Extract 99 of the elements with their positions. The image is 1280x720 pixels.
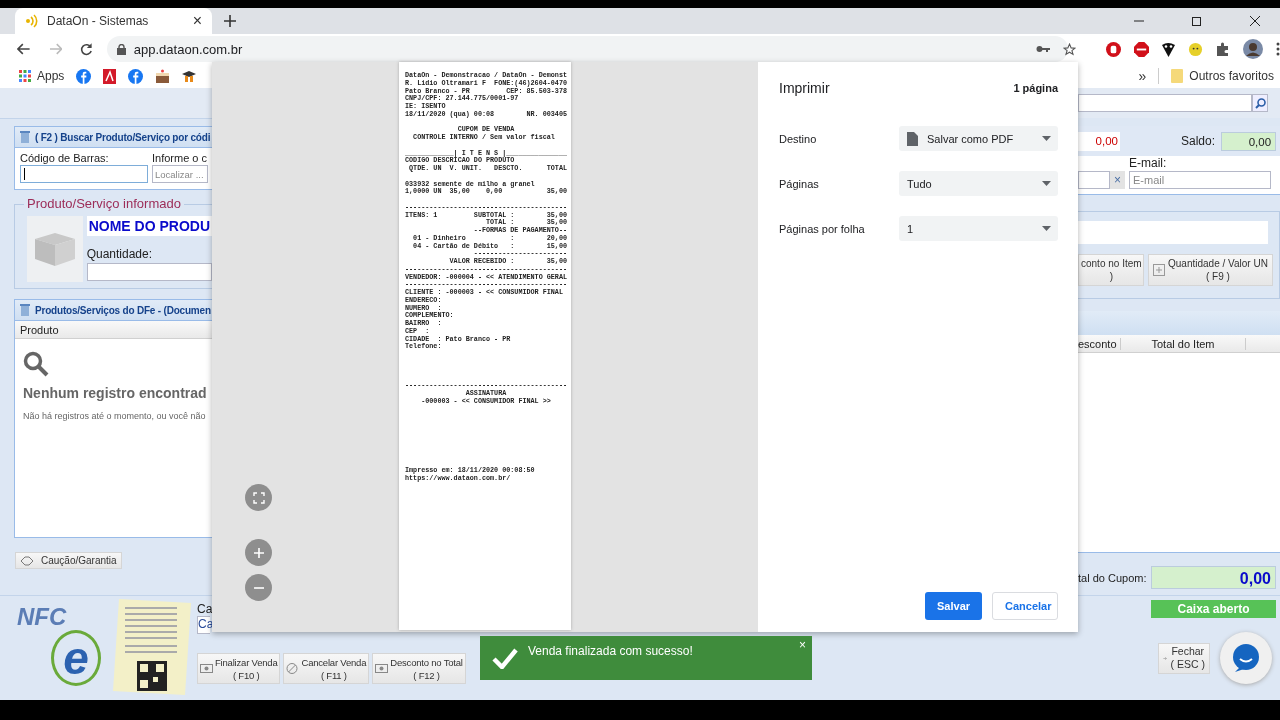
email-field[interactable]: E-mail	[1129, 171, 1271, 189]
facebook-icon[interactable]	[128, 68, 144, 84]
search-icon	[23, 351, 49, 377]
close-button[interactable]: ×	[799, 638, 806, 652]
save-button[interactable]: Salvar	[925, 592, 982, 620]
close-tab-button[interactable]: ×	[192, 12, 202, 30]
apps-grid-icon[interactable]	[19, 70, 31, 82]
close-button[interactable]: Fechar ( ESC )	[1158, 642, 1210, 674]
column-header[interactable]: Total do Item	[1121, 337, 1246, 350]
toolbar-button[interactable]: Finalizar Venda ( F10 )	[197, 653, 281, 684]
setting-label: Destino	[779, 132, 818, 145]
panel-title: Produtos/Serviços do DFe - (Documen	[35, 304, 211, 316]
text-field[interactable]	[1078, 221, 1268, 244]
bookmark-folder[interactable]: Outros favoritos	[1189, 69, 1274, 83]
reload-icon[interactable]	[80, 42, 93, 56]
bookmark[interactable]: Apps	[37, 69, 65, 83]
clear-button[interactable]: ×	[1110, 171, 1125, 189]
column-header[interactable]: Produto	[15, 323, 59, 336]
cake-icon[interactable]	[155, 69, 171, 83]
trash-icon	[20, 304, 30, 316]
signal-icon	[25, 14, 39, 28]
caret-icon	[1042, 226, 1051, 231]
key-icon[interactable]	[1036, 45, 1050, 53]
setting-label: Páginas	[779, 177, 820, 190]
folder-icon	[1171, 69, 1184, 83]
box-icon	[32, 231, 77, 267]
deposit-button[interactable]: Caução/Garantia	[15, 552, 122, 569]
puzzle-icon[interactable]	[1216, 42, 1230, 56]
toolbar-button[interactable]: Desconto no Total ( F12 )	[372, 653, 466, 684]
caret-icon	[1042, 136, 1051, 141]
field-label: E-mail:	[1129, 156, 1168, 170]
file-icon	[907, 131, 918, 146]
star-icon[interactable]	[1063, 42, 1076, 56]
caret-icon	[1042, 181, 1051, 186]
fit-icon	[252, 491, 265, 504]
close-icon[interactable]	[1250, 16, 1260, 26]
cash-field[interactable]: Ca	[197, 616, 210, 634]
search-icon	[1254, 97, 1266, 109]
document-icon[interactable]	[103, 68, 117, 84]
search-field[interactable]: Localizar ...	[152, 165, 208, 183]
discount-icon	[375, 663, 389, 674]
toast-message: Venda finalizada com sucesso!	[528, 644, 694, 658]
tab-title: DataOn - Sistemas	[47, 14, 150, 28]
chat-bubble-icon	[1231, 643, 1261, 673]
fit-to-page-button[interactable]	[245, 484, 272, 511]
trash-icon	[20, 131, 30, 143]
zoom-out-button[interactable]	[245, 574, 272, 601]
dropdown[interactable]: Salvar como PDF	[899, 126, 1058, 151]
back-icon[interactable]	[17, 43, 31, 55]
field-label: Ca	[197, 602, 213, 616]
balance-label: Saldo:	[1181, 134, 1216, 148]
nfce-logo: NFC e	[17, 604, 103, 690]
facebook-icon[interactable]	[76, 68, 92, 84]
zoom-in-button[interactable]	[245, 539, 272, 566]
total-field: 0,00	[1151, 566, 1276, 589]
check-icon	[492, 647, 518, 669]
plus-icon	[252, 546, 265, 559]
restore-icon[interactable]	[1192, 16, 1202, 26]
product-name: NOME DO PRODU	[86, 216, 212, 236]
lock-icon	[116, 43, 126, 55]
setting-label: Páginas por folha	[779, 222, 866, 235]
barcode-field[interactable]	[20, 165, 148, 183]
cancel-button[interactable]: Cancelar	[992, 592, 1058, 620]
fieldset-legend: Produto/Serviço informado	[24, 196, 184, 211]
dialog-title: Imprimir	[779, 80, 830, 96]
cancel-icon	[286, 663, 300, 674]
more-icon[interactable]	[1276, 42, 1280, 56]
avatar-icon[interactable]	[1243, 39, 1263, 59]
address-bar[interactable]: app.dataon.com.br	[106, 36, 1068, 62]
action-button[interactable]: Quantidade / Valor UN ( F9 )	[1148, 254, 1273, 286]
cap-icon[interactable]	[182, 70, 197, 82]
new-tab-icon[interactable]	[224, 15, 236, 27]
customer-field[interactable]	[1078, 171, 1110, 189]
field-label: Informe o c	[152, 152, 208, 164]
field-label: Código de Barras:	[20, 152, 110, 164]
amount-field: 0,00	[1078, 131, 1120, 151]
balance-field: 0,00	[1221, 131, 1277, 151]
pin-icon[interactable]	[1162, 41, 1175, 57]
status-bar: Caixa aberto	[1151, 600, 1276, 618]
total-label: tal do Cupom:	[1078, 571, 1146, 584]
toolbar-button[interactable]: Cancelar Venda ( F11 )	[283, 653, 370, 684]
page-count: 1 página	[1013, 82, 1058, 94]
quantity-field[interactable]	[86, 263, 212, 281]
bookmarks-overflow[interactable]: »	[1138, 68, 1147, 84]
stop-sign-icon[interactable]	[1134, 41, 1149, 57]
panel-title: ( F2 ) Buscar Produto/Serviço por códi	[35, 131, 211, 143]
field-label: Quantidade:	[86, 247, 154, 261]
dropdown[interactable]: 1	[899, 216, 1058, 241]
browser-tab[interactable]: DataOn - Sistemas ×	[15, 8, 212, 34]
search-button[interactable]	[1252, 94, 1268, 112]
empty-message: Não há registros até o momento, ou você não	[23, 411, 204, 421]
emoji-icon[interactable]	[1188, 41, 1203, 57]
cash-icon	[200, 663, 213, 674]
dropdown[interactable]: Tudo	[899, 171, 1058, 196]
search-field[interactable]	[1078, 94, 1252, 112]
chat-button[interactable]	[1220, 632, 1272, 684]
action-button[interactable]: conto no Item )	[1078, 254, 1144, 286]
empty-title: Nenhum registro encontrad	[23, 385, 204, 401]
plus-icon	[1153, 264, 1165, 276]
